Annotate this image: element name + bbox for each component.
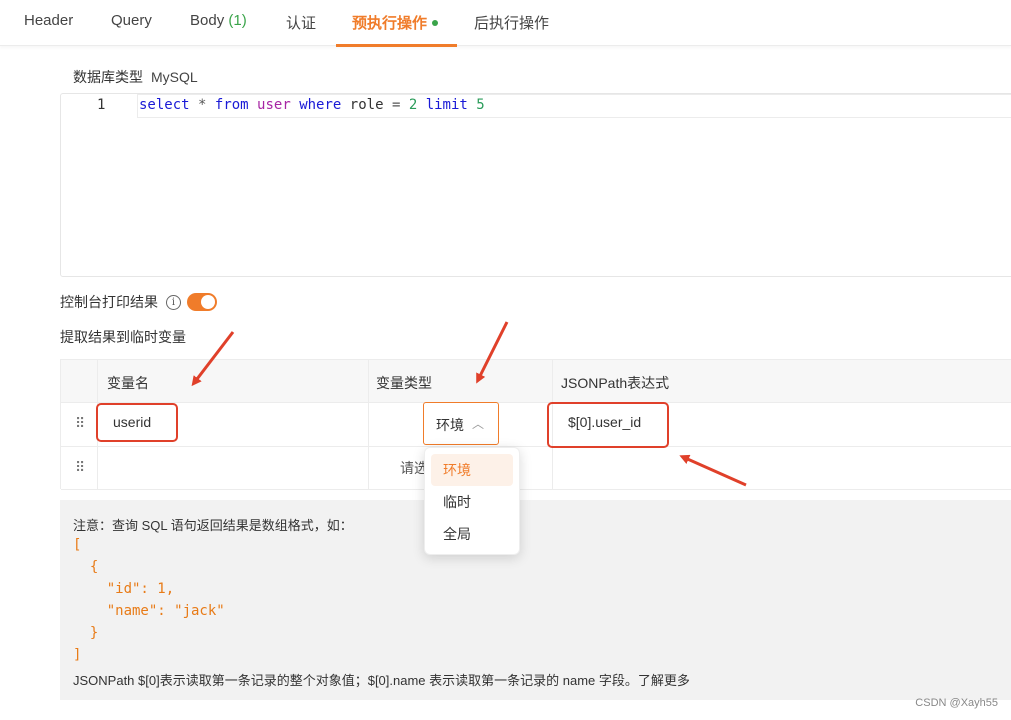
header-jsonpath: JSONPath表达式 <box>561 375 670 391</box>
db-type-row: 数据库类型 MySQL <box>73 67 198 87</box>
tab-pre-exec[interactable]: 预执行操作 <box>352 12 439 33</box>
notes-code-line: [ <box>73 537 82 553</box>
notes-code-line: { <box>73 559 99 575</box>
column-divider <box>368 360 369 490</box>
watermark: CSDN @Xayh55 <box>915 697 998 709</box>
var-type-dropdown: 环境 临时 全局 <box>424 447 520 555</box>
tab-query[interactable]: Query <box>111 12 152 29</box>
tab-query-label: Query <box>111 12 152 29</box>
console-print-toggle[interactable] <box>187 293 217 311</box>
chevron-up-icon: ︿ <box>472 417 485 431</box>
info-icon[interactable]: i <box>166 294 181 310</box>
notes-outro[interactable]: JSONPath $[0]表示读取第一条记录的整个对象值；$[0].name 表… <box>73 670 690 689</box>
header-var-name: 变量名 <box>107 375 149 391</box>
table-row: ⠿ <box>61 447 1011 490</box>
notes-code-line: } <box>73 625 99 641</box>
console-print-row: 控制台打印结果 i <box>60 292 217 312</box>
tab-post-exec[interactable]: 后执行操作 <box>474 12 549 33</box>
annotation-highlight-box <box>547 402 669 448</box>
tab-auth[interactable]: 认证 <box>286 12 316 33</box>
drag-handle-icon[interactable]: ⠿ <box>75 415 85 432</box>
active-tab-indicator <box>336 44 457 47</box>
var-type-value: 环境 <box>436 417 464 433</box>
dropdown-option-temp[interactable]: 临时 <box>431 486 513 518</box>
notes-code-line: "name": "jack" <box>73 603 225 619</box>
tab-post-exec-label: 后执行操作 <box>474 15 550 32</box>
var-type-select[interactable]: 环境 ︿ <box>423 402 499 445</box>
tab-header[interactable]: Header <box>24 12 73 29</box>
annotation-highlight-box <box>96 403 178 442</box>
console-print-label: 控制台打印结果 <box>60 294 158 310</box>
tab-body-label: Body <box>190 12 225 29</box>
tab-auth-label: 认证 <box>286 15 317 32</box>
table-row: ⠿ <box>61 403 1011 447</box>
active-dot-icon <box>432 20 439 27</box>
toggle-knob <box>201 295 215 309</box>
sql-editor[interactable]: 1 select * from user where role = 2 limi… <box>60 93 1011 277</box>
tab-body-count: (1) <box>228 12 247 29</box>
line-number: 1 <box>97 97 106 113</box>
drag-handle-icon[interactable]: ⠿ <box>75 459 85 476</box>
var-type-placeholder[interactable]: 请选择 <box>400 458 424 478</box>
variables-table: 变量名 变量类型 JSONPath表达式 ⠿ ⠿ <box>60 359 1011 490</box>
tab-header-label: Header <box>24 12 74 29</box>
dropdown-option-global[interactable]: 全局 <box>431 518 513 550</box>
dropdown-option-env[interactable]: 环境 <box>431 454 513 486</box>
extract-vars-label: 提取结果到临时变量 <box>60 329 186 345</box>
notes-code-line: "id": 1, <box>73 581 175 597</box>
tab-bar: Header Query Body (1) 认证 预执行操作 后执行操作 <box>0 0 1011 47</box>
db-type-value[interactable]: MySQL <box>151 69 198 85</box>
notes-panel: 注意：查询 SQL 语句返回结果是数组格式，如： [ { "id": 1, "n… <box>60 500 1011 700</box>
notes-intro: 注意：查询 SQL 语句返回结果是数组格式，如： <box>73 518 353 533</box>
tab-body[interactable]: Body (1) <box>190 12 247 29</box>
notes-code-line: ] <box>73 647 82 663</box>
table-header: 变量名 变量类型 JSONPath表达式 <box>61 360 1011 403</box>
sql-code-line[interactable]: select * from user where role = 2 limit … <box>139 97 485 113</box>
tab-pre-exec-label: 预执行操作 <box>352 15 428 32</box>
header-var-type: 变量类型 <box>376 375 432 391</box>
db-type-label: 数据库类型 <box>73 69 143 85</box>
